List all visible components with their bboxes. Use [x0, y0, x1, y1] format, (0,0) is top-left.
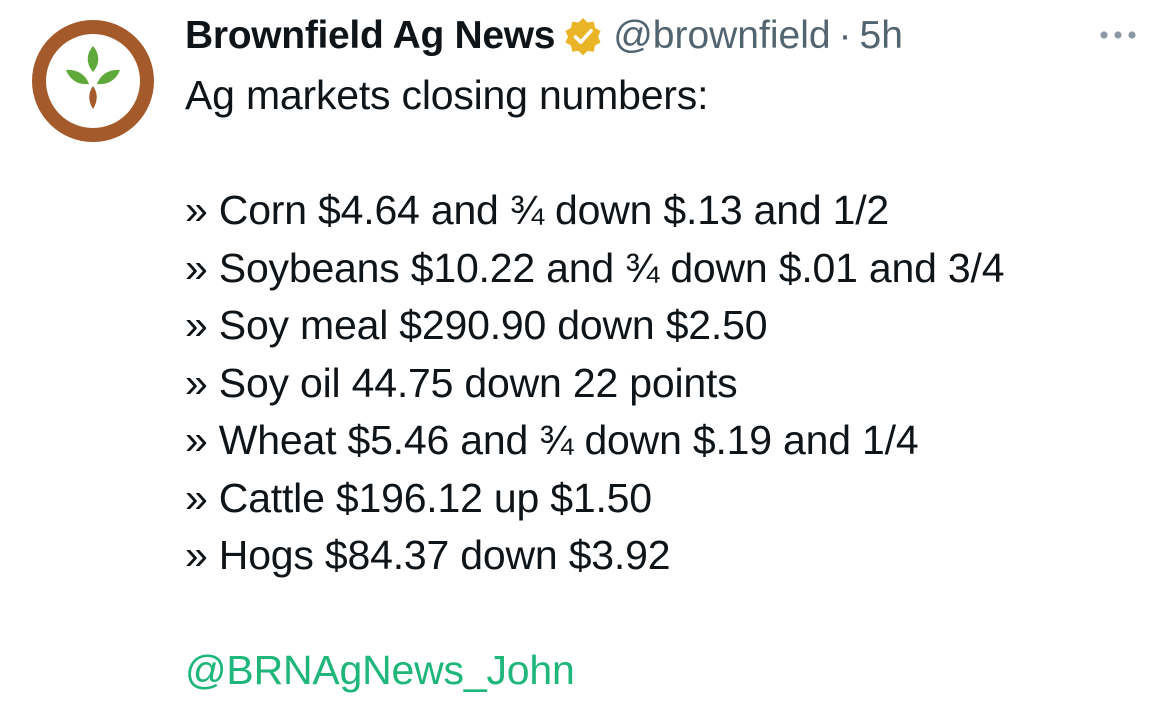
market-line-soy-oil: » Soy oil 44.75 down 22 points — [185, 359, 738, 406]
mention-line: @BRNAgNews_John — [185, 642, 1145, 700]
market-line-hogs: » Hogs $84.37 down $3.92 — [185, 532, 671, 578]
market-line-wheat: » Wheat $5.46 and ¾ down $.19 and 1/4 — [185, 417, 919, 463]
author-display-name[interactable]: Brownfield Ag News — [185, 14, 555, 58]
tweet-intro: Ag markets closing numbers: — [185, 72, 709, 118]
tweet-text: Ag markets closing numbers: » Corn $4.64… — [185, 67, 1145, 700]
avatar[interactable] — [32, 20, 154, 142]
tweet[interactable]: Brownfield Ag News @brownfield · 5h Ag m… — [0, 0, 1170, 709]
tweet-header: Brownfield Ag News @brownfield · 5h — [185, 8, 903, 64]
market-line-corn: » Corn $4.64 and ¾ down $.13 and 1/2 — [185, 187, 890, 233]
brownfield-leaf-logo-icon — [32, 20, 154, 142]
author-handle[interactable]: @brownfield — [613, 14, 830, 58]
market-line-soy-meal: » Soy meal $290.90 down $2.50 — [185, 302, 768, 348]
gold-verified-badge-icon[interactable] — [563, 16, 603, 56]
market-line-soybeans: » Soybeans $10.22 and ¾ down $.01 and 3/… — [185, 244, 1005, 291]
header-separator: · — [838, 14, 852, 57]
tweet-timestamp[interactable]: 5h — [860, 14, 903, 58]
more-horizontal-icon[interactable] — [1094, 20, 1142, 50]
user-mention-link[interactable]: @BRNAgNews_John — [185, 647, 575, 693]
market-line-cattle: » Cattle $196.12 up $1.50 — [185, 474, 652, 521]
